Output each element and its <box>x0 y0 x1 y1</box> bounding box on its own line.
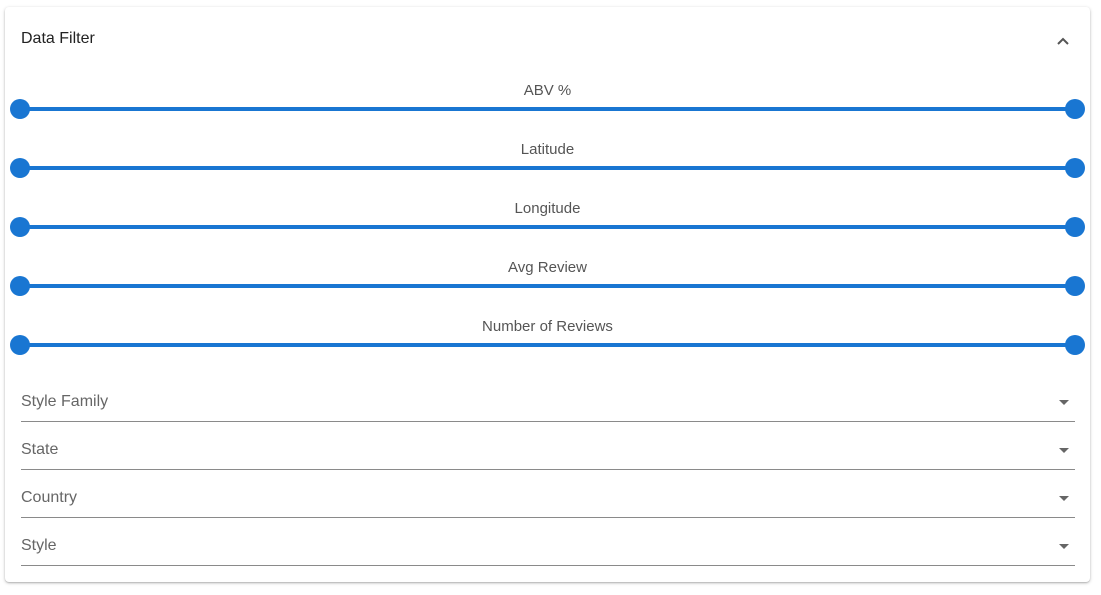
dropdown-arrow-icon <box>1059 448 1069 453</box>
slider-max-thumb[interactable] <box>1065 276 1085 296</box>
slider-max-thumb[interactable] <box>1065 99 1085 119</box>
slider-min-thumb[interactable] <box>10 276 30 296</box>
slider-label: Number of Reviews <box>482 318 613 335</box>
number-of-reviews-slider[interactable]: Number of Reviews <box>5 318 1090 368</box>
style-family-select[interactable]: Style Family <box>21 387 1075 422</box>
slider-max-thumb[interactable] <box>1065 335 1085 355</box>
slider-min-thumb[interactable] <box>10 99 30 119</box>
avg-review-slider[interactable]: Avg Review <box>5 259 1090 309</box>
style-select[interactable]: Style <box>21 531 1075 566</box>
data-filter-panel: Data Filter ABV % Latitude Longitude Avg… <box>5 7 1090 582</box>
slider-track[interactable] <box>20 225 1075 229</box>
panel-header[interactable]: Data Filter <box>5 7 1090 71</box>
slider-label: ABV % <box>523 82 572 99</box>
slider-track[interactable] <box>20 107 1075 111</box>
dropdown-arrow-icon <box>1059 544 1069 549</box>
panel-title: Data Filter <box>21 30 95 47</box>
select-label: Style Family <box>21 393 109 410</box>
slider-max-thumb[interactable] <box>1065 217 1085 237</box>
select-label: Style <box>21 537 57 554</box>
country-select[interactable]: Country <box>21 483 1075 518</box>
slider-max-thumb[interactable] <box>1065 158 1085 178</box>
longitude-slider[interactable]: Longitude <box>5 200 1090 250</box>
select-label: Country <box>21 489 78 506</box>
abv-slider[interactable]: ABV % <box>5 82 1090 132</box>
latitude-slider[interactable]: Latitude <box>5 141 1090 191</box>
slider-min-thumb[interactable] <box>10 158 30 178</box>
collapse-button[interactable] <box>1049 27 1077 55</box>
slider-label: Latitude <box>520 141 575 158</box>
slider-track[interactable] <box>20 284 1075 288</box>
slider-label: Avg Review <box>508 259 587 276</box>
slider-min-thumb[interactable] <box>10 217 30 237</box>
state-select[interactable]: State <box>21 435 1075 470</box>
slider-track[interactable] <box>20 343 1075 347</box>
slider-track[interactable] <box>20 166 1075 170</box>
slider-label: Longitude <box>514 200 581 217</box>
chevron-up-icon <box>1057 37 1069 45</box>
select-label: State <box>21 441 59 458</box>
dropdown-arrow-icon <box>1059 496 1069 501</box>
slider-min-thumb[interactable] <box>10 335 30 355</box>
dropdown-arrow-icon <box>1059 400 1069 405</box>
